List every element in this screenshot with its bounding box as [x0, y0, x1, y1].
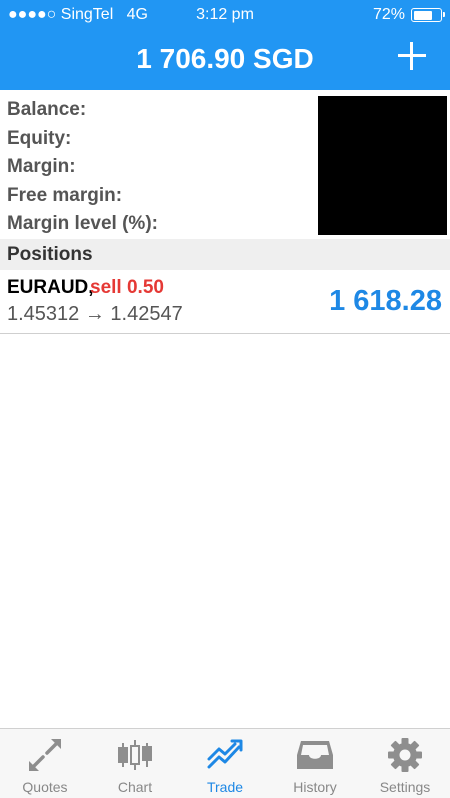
- tab-trade[interactable]: Trade: [180, 729, 270, 798]
- margin-label: Margin:: [7, 156, 76, 177]
- battery-indicator: 72%: [372, 6, 445, 24]
- position-row[interactable]: EURAUD, sell 0.50 1.45312 → 1.42547 1 61…: [0, 270, 450, 334]
- tab-settings[interactable]: Settings: [360, 729, 450, 798]
- tab-trade-label: Trade: [206, 779, 244, 795]
- tab-history[interactable]: History: [270, 729, 360, 798]
- battery-level: [413, 10, 432, 20]
- balance-label: Balance:: [7, 99, 87, 120]
- battery-percent: 72%: [372, 6, 405, 23]
- battery-icon: [411, 8, 445, 22]
- trade-trend-icon: [207, 739, 243, 769]
- position-prices: 1.45312 → 1.42547: [7, 303, 183, 325]
- candlestick-chart-icon: [118, 740, 152, 770]
- app-header: ●●●●○ SingTel 4G 3:12 pm 72% 1 706.90 SG…: [0, 0, 450, 90]
- bottom-tab-bar: Quotes Chart Trade History Settings: [0, 728, 450, 798]
- status-bar: ●●●●○ SingTel 4G 3:12 pm 72%: [0, 0, 450, 30]
- tab-settings-label: Settings: [379, 779, 431, 795]
- positions-section-title: Positions: [7, 244, 93, 265]
- free-margin-label: Free margin:: [7, 184, 123, 206]
- plus-icon[interactable]: [396, 40, 428, 72]
- tab-quotes-label: Quotes: [22, 779, 68, 795]
- tab-chart-label: Chart: [117, 779, 153, 795]
- quotes-arrows-icon: [29, 739, 61, 771]
- tab-history-label: History: [293, 779, 337, 795]
- account-labels: Balance: Equity: Margin: Free margin: Ma…: [7, 96, 158, 239]
- tab-quotes[interactable]: Quotes: [0, 729, 90, 798]
- margin-level-label: Margin level (%):: [7, 213, 158, 234]
- position-profit: 1 618.28: [329, 285, 442, 317]
- redacted-values-block: [318, 96, 447, 235]
- equity-label: Equity:: [7, 127, 72, 149]
- history-tray-icon: [297, 741, 333, 769]
- positions-section-header: Positions: [0, 239, 450, 270]
- position-symbol: EURAUD,: [7, 277, 94, 298]
- account-equity-title: 1 706.90 SGD: [136, 43, 314, 74]
- tab-chart[interactable]: Chart: [90, 729, 180, 798]
- gear-icon: [388, 738, 422, 772]
- position-side: sell 0.50: [90, 277, 164, 298]
